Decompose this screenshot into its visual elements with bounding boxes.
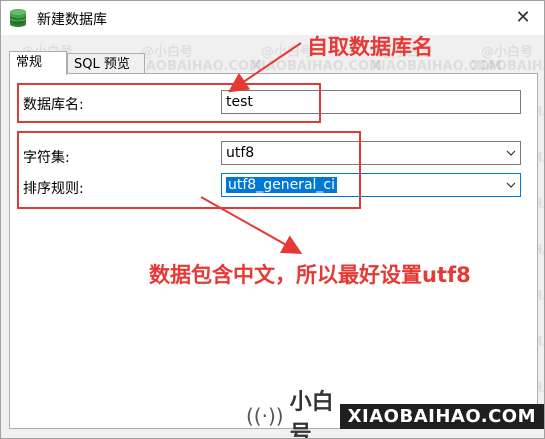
annotation-db-name-note: 自取数据库名: [307, 35, 433, 59]
watermark-cn: @小白号: [481, 45, 534, 60]
annotation-box-charset: [17, 131, 361, 209]
annotation-charset-note: 数据包含中文，所以最好设置utf8: [149, 263, 471, 287]
close-icon: ✕: [515, 7, 531, 28]
chevron-down-icon: [506, 182, 516, 188]
tab-general-label: 常规: [16, 55, 43, 70]
signal-icon: ((·)): [246, 404, 284, 428]
footer-watermark-en: XIAOBAIHAO.COM: [339, 403, 544, 429]
watermark-en: XIAOBAIHAO.COM: [471, 59, 544, 74]
annotation-box-db-name: [17, 83, 321, 123]
close-button[interactable]: ✕: [512, 7, 534, 29]
tab-general[interactable]: 常规: [9, 51, 67, 75]
chevron-down-icon: [506, 150, 516, 156]
tab-sql-preview[interactable]: SQL 预览: [67, 53, 145, 74]
title-bar: 新建数据库 ✕: [1, 1, 544, 35]
database-icon: [9, 9, 27, 27]
window-title: 新建数据库: [37, 12, 107, 28]
watermark-cn: @小白号: [141, 45, 194, 60]
general-panel: [9, 73, 538, 429]
new-database-dialog: @小白号 XIAOBAIHAO.COM @小白号 XIAOBAIHAO.COM @小白号…: [0, 0, 545, 439]
watermark-en: XIAOBAIHAO.COM: [371, 59, 502, 74]
watermark-en: XIAOBAIHAO.COM: [251, 59, 382, 74]
tab-sql-preview-label: SQL 预览: [74, 57, 130, 72]
watermark-en: XIAOBAIHAO.COM: [131, 59, 262, 74]
watermark-cn: @小白号: [261, 45, 314, 60]
footer-watermark: ((·)) 小白号 XIAOBAIHAO.COM: [246, 390, 544, 438]
footer-watermark-cn: 小白号: [289, 390, 334, 439]
